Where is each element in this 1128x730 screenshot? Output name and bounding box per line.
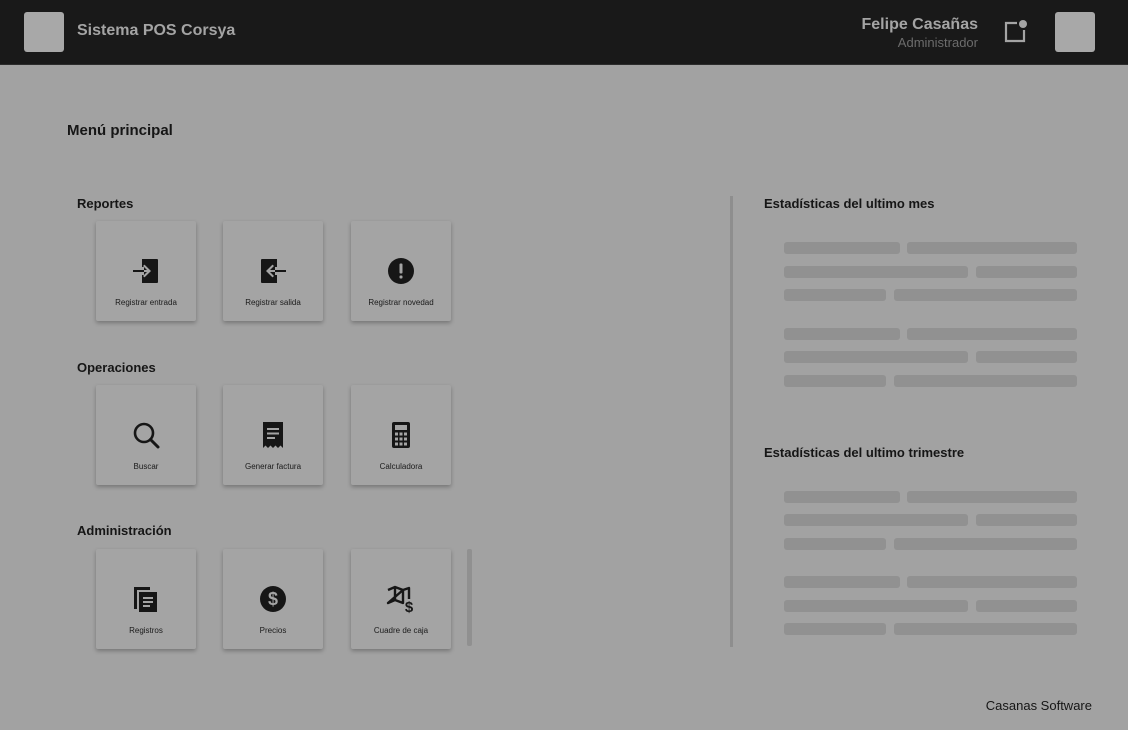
skeleton-line [784, 600, 968, 612]
calculadora-button[interactable]: Calculadora [351, 385, 451, 485]
app-title: Sistema POS Corsya [77, 22, 236, 39]
generar-factura-button[interactable]: Generar factura [223, 385, 323, 485]
section-title-operaciones: Operaciones [77, 360, 156, 375]
skeleton-line [784, 576, 900, 588]
skeleton-line [894, 623, 1077, 635]
footer-credit: Casanas Software [985, 698, 1092, 713]
card-label: Registrar entrada [115, 298, 177, 307]
skeleton-line [784, 375, 886, 387]
page-title: Menú principal [67, 122, 173, 139]
svg-text:$: $ [268, 589, 278, 609]
skeleton-line [907, 328, 1077, 340]
skeleton-line [784, 514, 968, 526]
scrollbar[interactable] [467, 549, 472, 646]
receipt-icon [257, 419, 289, 451]
skeleton-line [784, 242, 900, 254]
registros-button[interactable]: Registros [96, 549, 196, 649]
card-label: Calculadora [379, 462, 423, 471]
skeleton-line [784, 328, 900, 340]
skeleton-line [894, 538, 1077, 550]
map-dollar-icon: $ [385, 583, 417, 616]
alert-circle-icon [385, 255, 417, 287]
logout-icon [257, 255, 289, 287]
dollar-circle-icon: $ [257, 583, 289, 615]
notification-icon[interactable] [1001, 18, 1029, 46]
card-label: Registros [129, 626, 163, 635]
cuadre-de-caja-button[interactable]: $ Cuadre de caja [351, 549, 451, 649]
top-bar: Sistema POS Corsya Felipe Casañas Admini… [0, 0, 1128, 65]
skeleton-line [784, 289, 886, 301]
skeleton-line [976, 351, 1077, 363]
skeleton-line [894, 375, 1077, 387]
login-icon [130, 255, 162, 287]
skeleton-line [784, 351, 968, 363]
skeleton-line [976, 266, 1077, 278]
skeleton-line [784, 491, 900, 503]
skeleton-line [784, 538, 886, 550]
app-logo [24, 12, 64, 52]
card-label: Registrar salida [245, 298, 301, 307]
card-label: Buscar [133, 462, 159, 471]
user-name: Felipe Casañas [861, 16, 979, 33]
registrar-novedad-button[interactable]: Registrar novedad [351, 221, 451, 321]
skeleton-line [976, 514, 1077, 526]
vertical-divider [730, 196, 733, 647]
card-label: Generar factura [244, 462, 302, 471]
precios-button[interactable]: $ Precios [223, 549, 323, 649]
skeleton-line [907, 576, 1077, 588]
skeleton-line [894, 289, 1077, 301]
section-title-reportes: Reportes [77, 196, 134, 211]
buscar-button[interactable]: Buscar [96, 385, 196, 485]
svg-text:$: $ [405, 599, 414, 615]
skeleton-line [907, 491, 1077, 503]
user-role: Administrador [897, 35, 978, 50]
card-label: Cuadre de caja [373, 626, 429, 635]
section-title-administracion: Administración [77, 523, 172, 538]
skeleton-line [976, 600, 1077, 612]
calculator-icon [385, 419, 417, 451]
documents-icon [130, 583, 162, 615]
search-icon [130, 419, 162, 451]
avatar[interactable] [1055, 12, 1095, 52]
registrar-entrada-button[interactable]: Registrar entrada [96, 221, 196, 321]
stats-quarterly-title: Estadísticas del ultimo trimestre [764, 445, 965, 460]
card-label: Registrar novedad [368, 298, 434, 307]
skeleton-line [784, 266, 968, 278]
skeleton-line [907, 242, 1077, 254]
registrar-salida-button[interactable]: Registrar salida [223, 221, 323, 321]
stats-monthly-title: Estadísticas del ultimo mes [764, 196, 935, 211]
card-label: Precios [259, 626, 287, 635]
skeleton-line [784, 623, 886, 635]
